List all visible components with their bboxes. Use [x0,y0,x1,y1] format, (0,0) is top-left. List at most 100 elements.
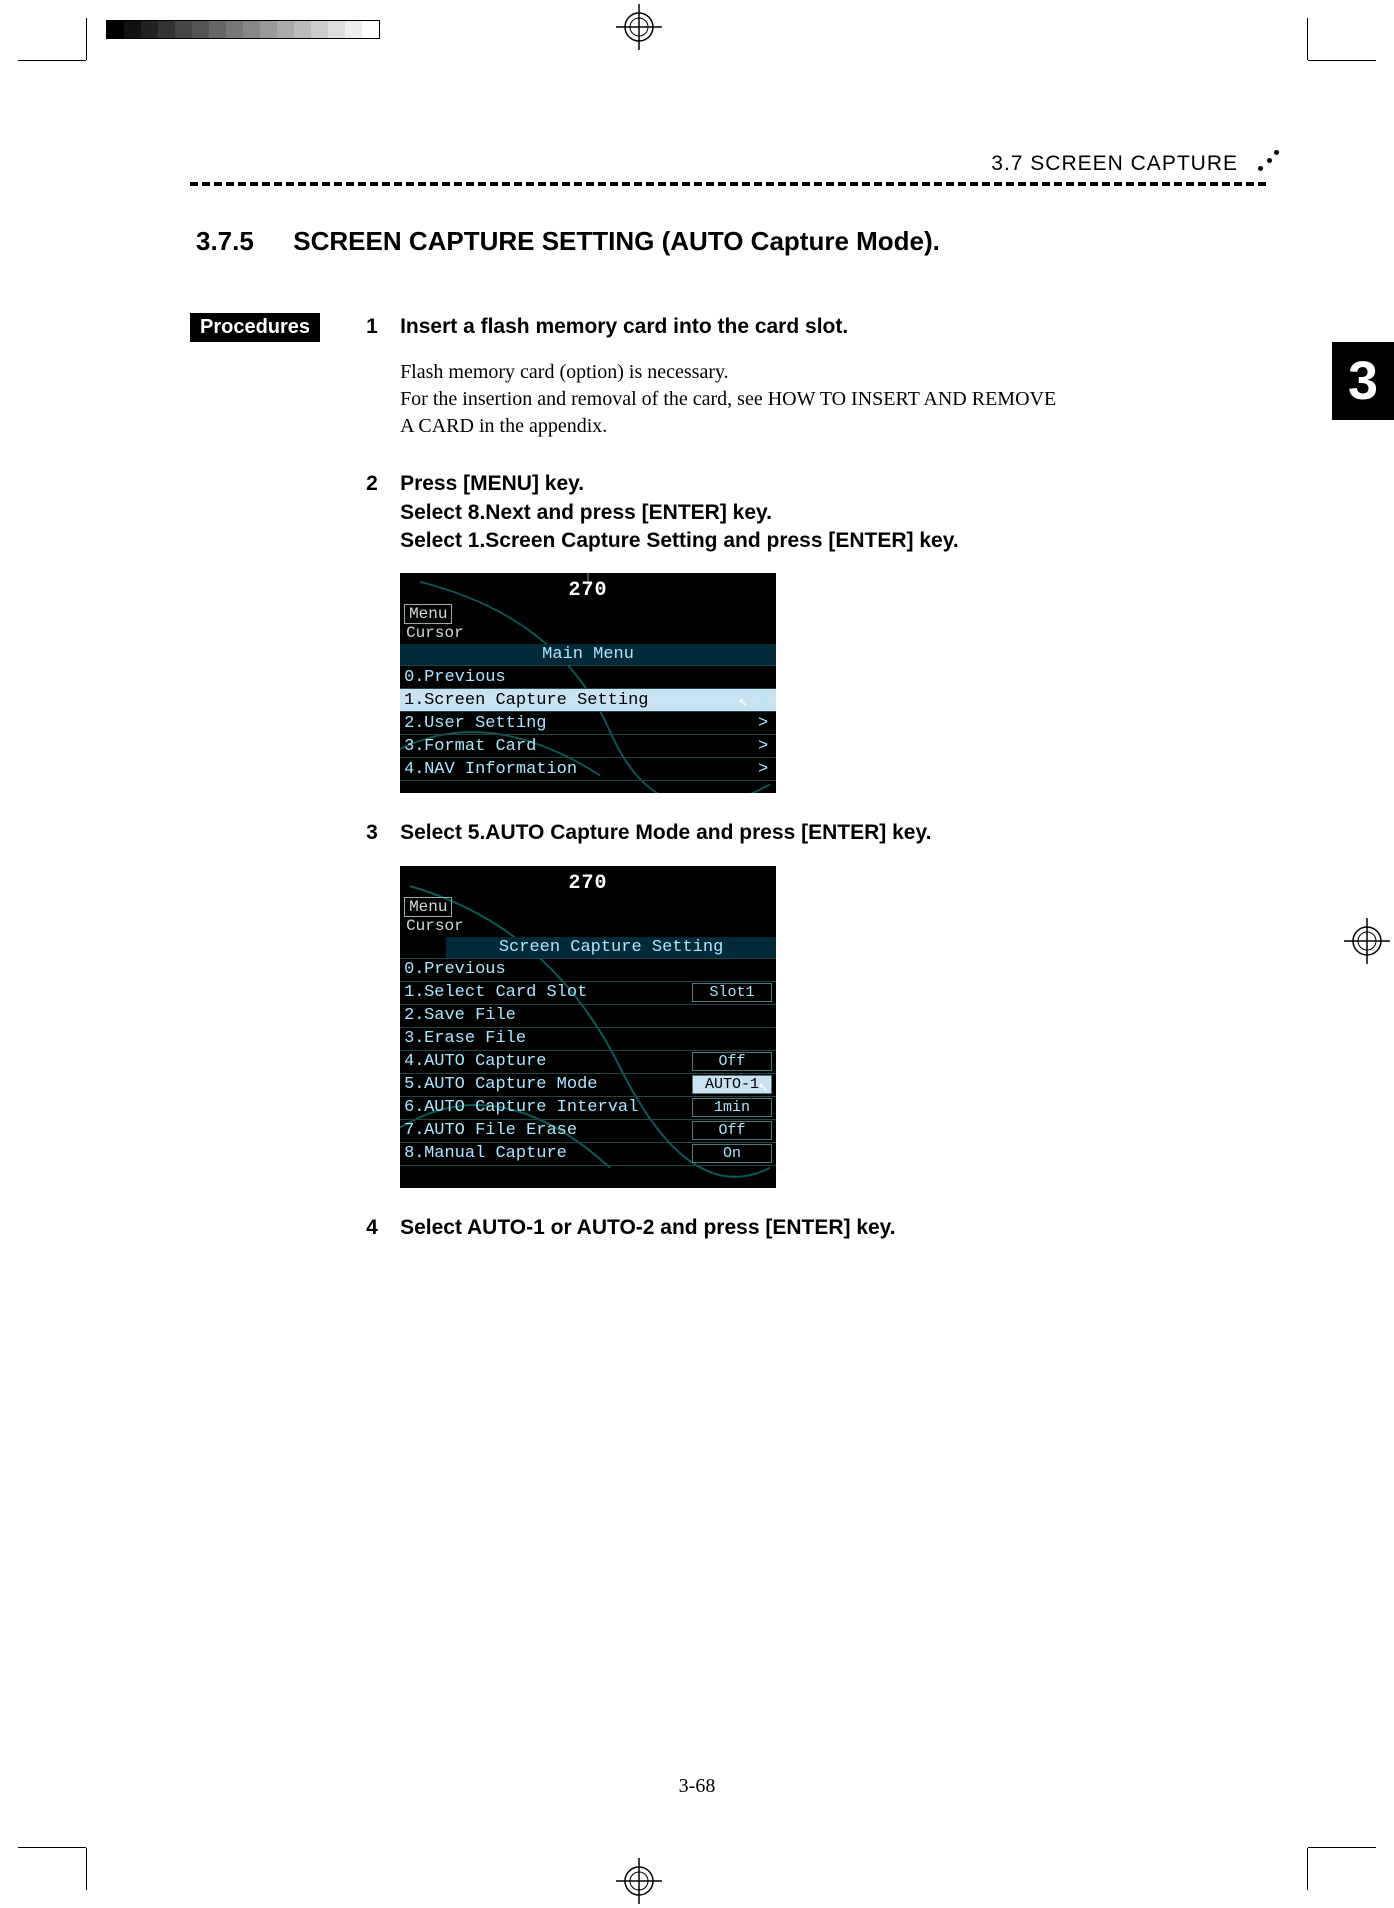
menu-item[interactable]: 0.Previous [400,959,776,982]
menu-item-label: User Setting [424,714,754,733]
step-title: Select AUTO-1 or AUTO-2 and press [ENTER… [400,1214,1280,1242]
crop-mark-icon [1307,1848,1308,1890]
menu-item-index: 0. [404,668,424,687]
grayscale-strip [106,20,380,39]
menu-item[interactable]: 3.Erase File [400,1028,776,1051]
menu-button[interactable]: Menu [404,897,452,917]
device-screenshot-capture-setting: 270 Menu Cursor Screen Capture Setting 0… [400,866,776,1188]
menu-item-label: Previous [424,960,772,979]
menu-item-index: 5. [404,1075,424,1094]
menu-item[interactable]: 4.NAV Information> [400,758,776,781]
chevron-right-icon: > [754,760,772,779]
step-body-line: Flash memory card (option) is necessary. [400,359,1060,386]
menu-item[interactable]: 6.AUTO Capture Interval 1min [400,1097,776,1120]
menu-title: Main Menu [400,644,776,665]
procedure-step: 3 Select 5.AUTO Capture Mode and press [… [366,819,1280,1187]
menu-item-value: Off [692,1052,772,1071]
step-number: 2 [366,470,400,498]
menu-item-value: 1min [692,1098,772,1117]
menu-title: Screen Capture Setting [446,937,776,958]
menu-item-label: Manual Capture [424,1144,686,1163]
section-title: SCREEN CAPTURE SETTING (AUTO Capture Mod… [293,226,940,256]
crop-mark-icon [1308,1847,1376,1848]
menu-item-label: Format Card [424,737,754,756]
cursor-label: Cursor [406,917,776,935]
menu-item[interactable]: 3.Format Card> [400,735,776,758]
step-title-line: Select 8.Next and press [ENTER] key. [400,499,1280,527]
header-divider [190,182,1266,186]
menu-item-index: 1. [404,691,424,710]
menu-item-label: AUTO File Erase [424,1121,686,1140]
menu-item-index: 7. [404,1121,424,1140]
chevron-right-icon: > [754,714,772,733]
menu-item[interactable]: 1.Screen Capture Setting>↖ [400,689,776,712]
header-dots-icon [1256,150,1280,176]
section-heading: 3.7.5 SCREEN CAPTURE SETTING (AUTO Captu… [196,226,1280,257]
menu-item-index: 4. [404,1052,424,1071]
menu-item-label: AUTO Capture [424,1052,686,1071]
menu-item-label: Erase File [424,1029,772,1048]
menu-item-index: 3. [404,1029,424,1048]
step-title: Select 5.AUTO Capture Mode and press [EN… [400,819,1280,847]
crop-mark-icon [1307,18,1308,60]
step-number: 1 [366,313,400,341]
menu-item[interactable]: 2.Save File [400,1005,776,1028]
menu-list: 0.Previous1.Select Card Slot Slot1 2.Save … [400,958,776,1166]
menu-item-index: 2. [404,1006,424,1025]
menu-item-index: 3. [404,737,424,756]
menu-item-index: 4. [404,760,424,779]
menu-item-value: AUTO-1 [692,1075,772,1094]
menu-item[interactable]: 8.Manual Capture On [400,1143,776,1166]
step-title-line: Press [MENU] key. [400,470,1280,498]
crop-mark-icon [18,1847,86,1848]
step-number: 4 [366,1214,400,1242]
registration-mark-icon [1344,918,1390,964]
menu-item[interactable]: 5.AUTO Capture ModeAUTO-1↖ [400,1074,776,1097]
procedure-step: 2 Press [MENU] key. Select 8.Next and pr… [366,470,1280,793]
registration-mark-icon [616,4,662,50]
menu-item-index: 2. [404,714,424,733]
menu-item[interactable]: 7.AUTO File Erase Off [400,1120,776,1143]
crop-mark-icon [18,60,86,61]
running-header: 3.7 SCREEN CAPTURE [991,152,1238,176]
crop-mark-icon [86,1848,87,1890]
menu-item[interactable]: 4.AUTO Capture Off [400,1051,776,1074]
step-body: Flash memory card (option) is necessary.… [400,359,1060,440]
device-screenshot-main-menu: 270 Menu Cursor Main Menu 0.Previous1.Sc… [400,573,776,793]
menu-item-label: Previous [424,668,754,687]
menu-item-index: 1. [404,983,424,1002]
menu-item-index: 8. [404,1144,424,1163]
menu-list: 0.Previous1.Screen Capture Setting>↖2.Us… [400,665,776,781]
chevron-right-icon: > [754,737,772,756]
section-number: 3.7.5 [196,226,286,257]
compass-heading: 270 [400,579,776,602]
step-title: Insert a flash memory card into the card… [400,313,1280,341]
step-number: 3 [366,819,400,847]
page-number: 3-68 [0,1775,1394,1798]
procedures-badge: Procedures [190,313,320,342]
menu-item[interactable]: 2.User Setting> [400,712,776,735]
step-title: Press [MENU] key. Select 8.Next and pres… [400,470,1280,555]
step-title-line: Select 1.Screen Capture Setting and pres… [400,527,1280,555]
menu-item-label: Select Card Slot [424,983,686,1002]
menu-item[interactable]: 1.Select Card Slot Slot1 [400,982,776,1005]
chevron-right-icon: > [754,691,772,710]
menu-item[interactable]: 0.Previous [400,666,776,689]
menu-item-label: AUTO Capture Interval [424,1098,686,1117]
menu-item-value: Slot1 [692,983,772,1002]
menu-item-label: AUTO Capture Mode [424,1075,686,1094]
registration-mark-icon [616,1858,662,1904]
menu-button[interactable]: Menu [404,604,452,624]
step-body-line: For the insertion and removal of the car… [400,386,1060,440]
menu-item-value: On [692,1144,772,1163]
procedure-step: 4 Select AUTO-1 or AUTO-2 and press [ENT… [366,1214,1280,1242]
menu-item-label: NAV Information [424,760,754,779]
menu-item-value: Off [692,1121,772,1140]
menu-item-index: 6. [404,1098,424,1117]
crop-mark-icon [86,18,87,60]
cursor-label: Cursor [406,624,776,642]
menu-item-label: Screen Capture Setting [424,691,754,710]
menu-item-label: Save File [424,1006,772,1025]
crop-mark-icon [1308,60,1376,61]
chapter-tab: 3 [1332,342,1394,420]
